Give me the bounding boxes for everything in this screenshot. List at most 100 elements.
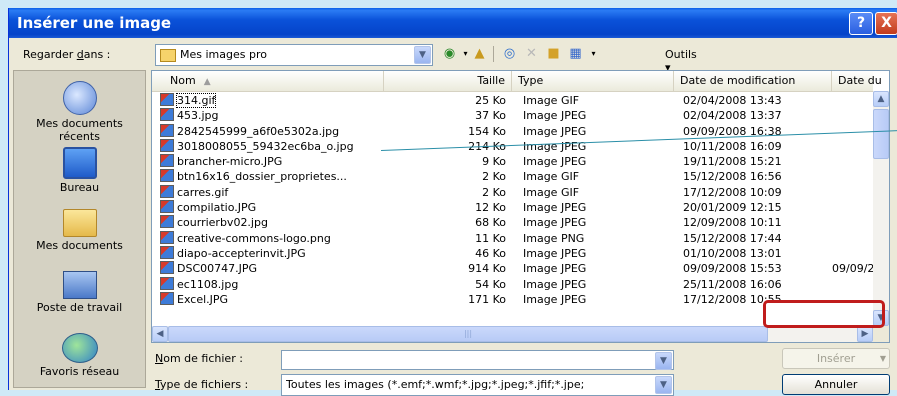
up-folder-icon[interactable]: ▲ xyxy=(471,46,488,62)
place-network-places[interactable]: Favoris réseau xyxy=(14,333,145,378)
image-file-icon xyxy=(160,154,174,168)
title-bar[interactable]: Insérer une image ? X xyxy=(9,8,897,38)
cancel-button[interactable]: Annuler xyxy=(782,374,890,395)
image-file-icon xyxy=(160,230,174,244)
file-size-cell: 154 Ko xyxy=(468,124,506,138)
chevron-down-icon[interactable]: ▼ xyxy=(655,352,672,370)
file-row[interactable]: carres.gif 2 Ko Image GIF 17/12/2008 10:09 xyxy=(152,184,873,200)
look-in-label: Regarder dans : xyxy=(23,48,111,61)
horizontal-scroll-thumb[interactable]: ||| xyxy=(168,326,768,342)
file-size-cell: 171 Ko xyxy=(468,292,506,306)
file-row[interactable]: 2842545999_a6f0e5302a.jpg 154 Ko Image JPE… xyxy=(152,123,873,139)
file-row[interactable]: ec1108.jpg 54 Ko Image JPEG 25/11/2008 16:0… xyxy=(152,276,873,292)
file-row[interactable]: brancher-micro.JPG 9 Ko Image JPEG 19/11/20… xyxy=(152,154,873,169)
file-type-cell: Image GIF xyxy=(523,94,580,107)
place-label: Favoris réseau xyxy=(39,365,120,378)
new-folder-icon[interactable]: ■ xyxy=(545,46,562,62)
chevron-down-icon[interactable]: ▼ xyxy=(414,46,431,64)
file-type-cell: Image GIF xyxy=(523,185,580,199)
file-name-cell: 3018008055_59432ec6ba_o.jpg xyxy=(160,138,384,154)
place-desktop[interactable]: Bureau xyxy=(14,147,145,194)
file-date-cell: 19/11/2008 15:21 xyxy=(683,155,782,169)
file-date-cell: 09/09/2008 15:53 xyxy=(683,262,782,276)
image-file-icon xyxy=(160,291,174,305)
file-date-cell: 02/04/2008 13:43 xyxy=(683,94,782,107)
file-row[interactable]: 3018008055_59432ec6ba_o.jpg214 KoImage J… xyxy=(152,138,873,154)
scroll-left-button[interactable]: ◀ xyxy=(152,326,168,342)
delete-icon[interactable]: ✕ xyxy=(523,46,540,62)
file-type-cell: Image JPEG xyxy=(523,155,587,169)
image-file-icon xyxy=(160,200,174,214)
chevron-down-icon[interactable]: ▼ xyxy=(655,376,672,394)
place-my-computer[interactable]: Poste de travail xyxy=(14,271,145,314)
places-bar: Mes documents récents Bureau Mes documen… xyxy=(13,70,146,388)
file-name-cell: diapo-accepterinvit.JPG xyxy=(160,245,384,261)
file-size-cell: 11 Ko xyxy=(475,231,506,245)
file-type-cell: Image JPEG xyxy=(523,246,587,260)
column-header-type[interactable]: Type xyxy=(512,71,674,91)
help-button[interactable]: ? xyxy=(849,12,873,35)
folder-icon xyxy=(160,49,176,62)
file-size-cell: 46 Ko xyxy=(475,246,506,260)
look-in-combobox[interactable]: Mes images pro ▼ xyxy=(155,44,433,66)
scroll-right-button[interactable]: ▶ xyxy=(857,326,873,342)
file-size-cell: 25 Ko xyxy=(475,94,506,107)
file-name-cell: 314.gif xyxy=(160,93,384,108)
close-button[interactable]: X xyxy=(875,12,897,35)
file-row[interactable]: compilatio.JPG 12 Ko Image JPEG 20/01/2009 … xyxy=(152,200,873,215)
vertical-scrollbar[interactable]: ▲ ▼ xyxy=(873,91,889,326)
image-file-icon xyxy=(160,276,174,290)
place-my-documents[interactable]: Mes documents xyxy=(14,209,145,252)
file-type-value: Toutes les images (*.emf;*.wmf;*.jpg;*.j… xyxy=(286,378,585,391)
place-label: Mes documents xyxy=(36,239,123,252)
toolbar-separator xyxy=(493,46,494,62)
scroll-up-button[interactable]: ▲ xyxy=(873,91,889,107)
views-dropdown-icon[interactable]: ▾ xyxy=(585,46,602,62)
insert-dropdown-icon: ▼ xyxy=(879,354,886,363)
back-icon[interactable]: ◉ xyxy=(441,46,458,62)
file-date-cell: 15/12/2008 17:44 xyxy=(683,231,782,245)
image-file-icon xyxy=(160,138,174,152)
file-row[interactable]: creative-commons-logo.png 11 Ko Image PNG 1… xyxy=(152,230,873,246)
file-type-cell: Image GIF xyxy=(523,170,580,184)
file-row[interactable]: courrierbv02.jpg 68 Ko Image JPEG 12/09/200… xyxy=(152,215,873,230)
sort-ascending-icon: ▲ xyxy=(203,77,211,87)
horizontal-scrollbar[interactable]: ◀ ||| ▶ xyxy=(152,326,873,342)
insert-image-dialog: Insérer une image ? X Regarder dans : Me… xyxy=(8,8,897,396)
file-name-cell: Excel.JPG xyxy=(160,291,384,307)
file-row[interactable]: btn16x16_dossier_proprietes... 2 Ko Image … xyxy=(152,169,873,184)
file-row[interactable]: DSC00747.JPG 914 Ko Image JPEG 09/09/2008 1… xyxy=(152,261,874,276)
image-file-icon xyxy=(160,184,174,198)
vertical-scroll-thumb[interactable] xyxy=(873,109,889,159)
file-list-header: Nom ▲ Taille Type Date de modification Da… xyxy=(152,71,882,92)
file-name-cell: creative-commons-logo.png xyxy=(160,230,384,246)
views-icon[interactable]: ▦ xyxy=(567,46,584,62)
column-header-name[interactable]: Nom ▲ xyxy=(152,71,384,91)
column-header-date-modified[interactable]: Date de modification xyxy=(674,71,832,91)
file-type-cell: Image JPEG xyxy=(523,124,587,138)
file-type-cell: Image JPEG xyxy=(523,262,587,276)
place-label: Mes documents récents xyxy=(36,117,123,143)
place-label: Bureau xyxy=(59,181,100,194)
insert-button[interactable]: Insérer ▼ xyxy=(782,348,890,369)
look-in-value: Mes images pro xyxy=(180,48,267,61)
file-name-label: Nom de fichier : xyxy=(155,352,243,365)
image-file-icon xyxy=(160,108,174,122)
file-name-input[interactable]: ▼ xyxy=(281,350,674,370)
file-size-cell: 12 Ko xyxy=(475,201,506,215)
column-header-size[interactable]: Taille xyxy=(384,71,512,91)
place-recent-documents[interactable]: Mes documents récents xyxy=(14,81,145,143)
file-type-cell: Image PNG xyxy=(523,231,585,245)
file-row[interactable]: diapo-accepterinvit.JPG 46 Ko Image JPEG 01… xyxy=(152,245,873,261)
file-date-cell: 10/11/2008 16:09 xyxy=(683,139,782,153)
file-type-cell: Image JPEG xyxy=(523,292,587,306)
file-row[interactable]: 314.gif 25 Ko Image GIF 02/04/2008 13:43 xyxy=(152,93,873,108)
file-date-cell: 15/12/2008 16:56 xyxy=(683,170,782,184)
file-date-cell: 02/04/2008 13:37 xyxy=(683,109,782,123)
file-row[interactable]: 453.jpg 37 Ko Image JPEG 02/04/2008 13:37 xyxy=(152,108,873,123)
search-web-icon[interactable]: ◎ xyxy=(501,46,518,62)
file-type-select[interactable]: Toutes les images (*.emf;*.wmf;*.jpg;*.j… xyxy=(281,374,674,396)
file-type-cell: Image JPEG xyxy=(523,277,587,291)
file-size-cell: 54 Ko xyxy=(475,277,506,291)
column-header-date-taken[interactable]: Date du xyxy=(832,71,889,91)
